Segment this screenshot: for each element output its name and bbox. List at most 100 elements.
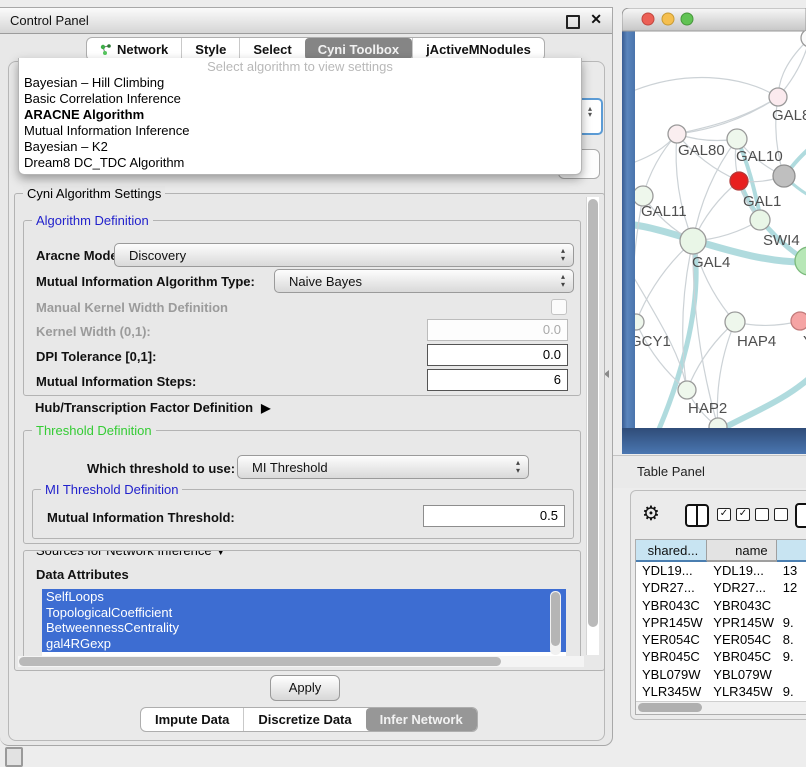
node-label: GAL1 [743, 193, 781, 210]
table-cell: 8. [777, 631, 806, 648]
cyni-algorithm-settings-group: Cyni Algorithm Settings Algorithm Defini… [14, 193, 605, 671]
node-label: GAL8 [772, 107, 806, 124]
table-row[interactable]: YER054CYER054C8. [636, 631, 806, 648]
table-body: YDL19...YDL19...13YDR27...YDR27...12YBR0… [636, 562, 806, 715]
manual-kernel-width-checkbox[interactable] [551, 299, 567, 315]
mi-threshold-group: MI Threshold Definition Mutual Informati… [32, 489, 574, 539]
table-cell: YBL079W [707, 666, 776, 683]
network-node[interactable] [773, 165, 795, 187]
table-row[interactable]: YLR345WYLR345W9. [636, 683, 806, 700]
network-node-gal4[interactable] [680, 228, 706, 254]
collapse-down-icon: ▼ [215, 550, 226, 558]
table-row[interactable]: YDL19...YDL19...13 [636, 562, 806, 579]
sources-group-title[interactable]: Sources for Network Inference ▼ [32, 550, 230, 558]
table-header-row: shared...name [636, 540, 806, 562]
attribute-item[interactable]: BetweennessCentrality [42, 620, 566, 636]
table-row[interactable]: YBR045CYBR045C9. [636, 648, 806, 665]
tab-network[interactable]: Network [87, 38, 181, 60]
data-attributes-list[interactable]: SelfLoopsTopologicalCoefficientBetweenne… [42, 589, 566, 661]
table-cell: YDL19... [636, 562, 707, 579]
mi-algorithm-type-combobox[interactable]: Naive Bayes ▴▾ [274, 269, 574, 293]
table-row[interactable]: YDR27...YDR27...12 [636, 579, 806, 596]
float-window-icon[interactable] [566, 15, 580, 29]
node-label: GAL4 [692, 254, 730, 271]
network-view-window[interactable]: GAL8GAL80GAL10GAL1GAL11SWI4GAL4GCY1HAP4Y… [622, 8, 806, 454]
hide-columns-icon[interactable] [755, 508, 788, 521]
column-header-shared...[interactable]: shared... [636, 540, 707, 562]
settings-horizontal-scrollbar[interactable] [18, 656, 584, 667]
table-horizontal-scrollbar[interactable] [636, 701, 806, 714]
mi-threshold-label: Mutual Information Threshold: [47, 510, 235, 525]
which-threshold-combobox[interactable]: MI Threshold ▴▾ [237, 455, 529, 479]
table-row[interactable]: YPR145WYPR145W9. [636, 614, 806, 631]
table-row[interactable]: YBR043CYBR043C [636, 597, 806, 614]
attribute-list-scrollbar[interactable] [550, 591, 561, 655]
tab-jactivemnodules[interactable]: jActiveMNodules [412, 38, 544, 60]
table-cell: YDL19... [707, 562, 776, 579]
mi-threshold-field[interactable]: 0.5 [423, 505, 565, 527]
apply-button[interactable]: Apply [270, 675, 340, 701]
close-traffic-icon[interactable] [642, 13, 654, 25]
tab-label: Style [195, 42, 226, 57]
network-node-hap2[interactable] [678, 381, 696, 399]
column-header-cut[interactable] [777, 540, 806, 562]
network-node-swi4[interactable] [750, 210, 770, 230]
data-attributes-label: Data Attributes [36, 567, 129, 582]
algorithm-option[interactable]: ARACNE Algorithm [19, 107, 581, 123]
attribute-item[interactable]: SelfLoops [42, 589, 566, 605]
close-icon[interactable]: ✕ [590, 11, 602, 28]
node-attribute-table[interactable]: shared...name YDL19...YDL19...13YDR27...… [635, 539, 806, 715]
which-threshold-value: MI Threshold [252, 460, 328, 475]
algorithm-option[interactable]: Bayesian – Hill Climbing [19, 75, 581, 91]
bottom-tab-discretize-data[interactable]: Discretize Data [243, 708, 365, 731]
settings-gear-icon[interactable]: ⚙ [642, 501, 660, 526]
algorithm-option[interactable]: Dream8 DC_TDC Algorithm [19, 155, 581, 171]
export-table-icon[interactable] [795, 503, 806, 528]
minimized-window-icon[interactable] [5, 747, 23, 767]
algorithm-definition-title: Algorithm Definition [32, 213, 153, 228]
algorithm-option[interactable]: Basic Correlation Inference [19, 91, 581, 107]
network-icon [100, 43, 112, 56]
mi-threshold-group-title: MI Threshold Definition [41, 482, 182, 497]
dpi-tolerance-field[interactable]: 0.0 [427, 344, 568, 366]
kernel-width-field[interactable]: 0.0 [427, 319, 568, 341]
minimize-traffic-icon[interactable] [662, 13, 674, 25]
algorithm-definition-group: Algorithm Definition Aracne Mode: Discov… [23, 220, 581, 396]
attribute-item[interactable]: gal4RGexp [42, 636, 566, 652]
manual-kernel-width-label: Manual Kernel Width Definition [36, 300, 228, 315]
split-view-icon[interactable] [685, 504, 709, 527]
bottom-tab-bar: Impute DataDiscretize DataInfer Network [140, 707, 478, 732]
spinner-arrows-icon: ▴▾ [561, 273, 565, 289]
network-node-gal80[interactable] [668, 125, 686, 143]
control-panel-titlebar: Control Panel ✕ [0, 8, 612, 34]
table-cell: YPR145W [707, 614, 776, 631]
settings-vertical-scrollbar[interactable] [586, 197, 599, 655]
network-node-y[interactable] [791, 312, 806, 330]
aracne-mode-combobox[interactable]: Discovery ▴▾ [114, 243, 574, 267]
settings-group-title: Cyni Algorithm Settings [23, 186, 165, 201]
table-cell: YDR27... [636, 579, 707, 596]
algorithm-option[interactable]: Bayesian – K2 [19, 139, 581, 155]
table-panel-title: Table Panel [637, 456, 705, 488]
mi-steps-field[interactable]: 6 [427, 369, 568, 391]
tab-select[interactable]: Select [239, 38, 304, 60]
table-cell: YLR345W [707, 683, 776, 700]
tab-cyni-toolbox[interactable]: Cyni Toolbox [305, 38, 412, 60]
table-cell [777, 666, 806, 683]
show-columns-icon[interactable]: ✓✓ [717, 508, 750, 521]
bottom-tab-impute-data[interactable]: Impute Data [141, 708, 243, 731]
bottom-tab-infer-network[interactable]: Infer Network [366, 708, 477, 731]
column-header-name[interactable]: name [707, 540, 776, 562]
tab-style[interactable]: Style [181, 38, 239, 60]
algorithm-option[interactable]: Mutual Information Inference [19, 123, 581, 139]
network-node-gal8[interactable] [769, 88, 787, 106]
network-node-gal1[interactable] [730, 172, 748, 190]
hub-definition-toggle[interactable]: Hub/Transcription Factor Definition▶ [35, 400, 270, 415]
attribute-item[interactable]: TopologicalCoefficient [42, 605, 566, 621]
table-row[interactable]: YBL079WYBL079W [636, 666, 806, 683]
table-cell: YBR043C [636, 597, 707, 614]
dpi-tolerance-label: DPI Tolerance [0,1]: [36, 349, 156, 364]
network-node-hap4[interactable] [725, 312, 745, 332]
network-node-gal10[interactable] [727, 129, 747, 149]
zoom-traffic-icon[interactable] [681, 13, 693, 25]
